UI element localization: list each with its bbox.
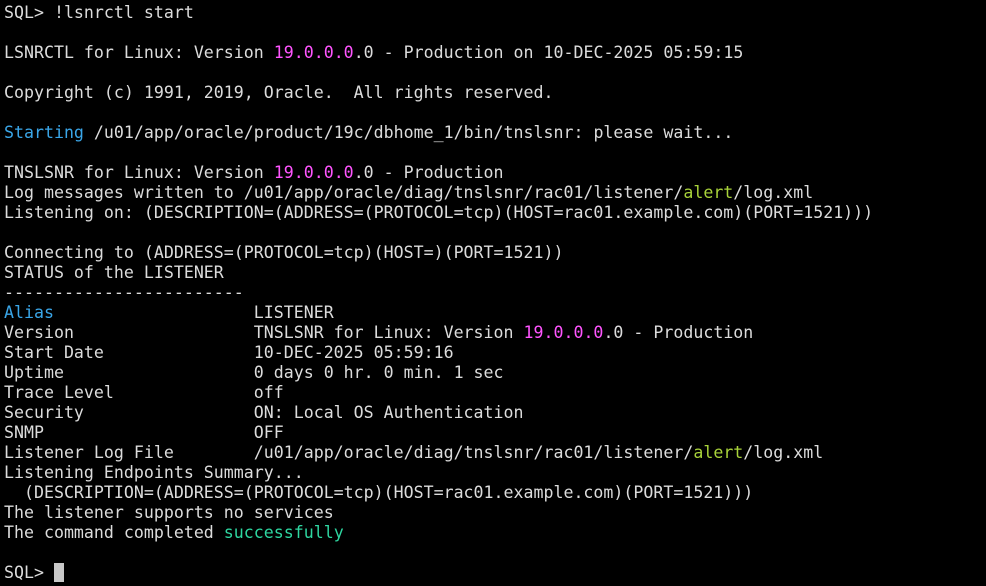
output-line: LSNRCTL for Linux: Version 19.0.0.0.0 - … bbox=[4, 43, 873, 63]
output-line: Start Date 10-DEC-2025 05:59:16 bbox=[4, 343, 873, 363]
output-text-segment: Listening Endpoints Summary... bbox=[4, 463, 304, 482]
output-text-segment: Trace Level off bbox=[4, 383, 284, 402]
output-text-segment: /log.xml bbox=[743, 443, 824, 462]
output-text-segment: TNSLSNR for Linux: Version bbox=[4, 163, 274, 182]
output-line: Connecting to (ADDRESS=(PROTOCOL=tcp)(HO… bbox=[4, 243, 873, 263]
terminal-window[interactable]: SQL> !lsnrctl start LSNRCTL for Linux: Ve… bbox=[0, 0, 986, 586]
output-text-segment: The listener supports no services bbox=[4, 503, 334, 522]
output-text-segment: successfully bbox=[223, 523, 344, 542]
output-text-segment: alert bbox=[693, 443, 744, 462]
output-text-segment: SQL> !lsnrctl start bbox=[4, 3, 194, 22]
output-line: Listener Log File /u01/app/oracle/diag/t… bbox=[4, 443, 873, 463]
output-text-segment: .0 - Production on 10-DEC-2025 05:59:15 bbox=[353, 43, 744, 62]
output-text-segment: Copyright (c) 1991, 2019, Oracle. All ri… bbox=[4, 83, 554, 102]
output-text-segment: SNMP OFF bbox=[4, 423, 284, 442]
text-cursor bbox=[53, 563, 64, 582]
output-line: Listening on: (DESCRIPTION=(ADDRESS=(PRO… bbox=[4, 203, 873, 223]
output-text-segment: .0 - Production bbox=[353, 163, 504, 182]
output-text-segment: STATUS of the LISTENER bbox=[4, 263, 224, 282]
output-line: (DESCRIPTION=(ADDRESS=(PROTOCOL=tcp)(HOS… bbox=[4, 483, 873, 503]
output-text-segment: /log.xml bbox=[733, 183, 814, 202]
terminal-output: SQL> !lsnrctl start LSNRCTL for Linux: Ve… bbox=[4, 3, 873, 583]
output-line: SQL> !lsnrctl start bbox=[4, 3, 873, 23]
output-text-segment: ------------------------ bbox=[4, 283, 244, 302]
output-text-segment: .0 - Production bbox=[603, 323, 754, 342]
output-text-segment: 19.0.0.0 bbox=[523, 323, 604, 342]
output-text-segment: (DESCRIPTION=(ADDRESS=(PROTOCOL=tcp)(HOS… bbox=[4, 483, 754, 502]
output-line: Version TNSLSNR for Linux: Version 19.0.… bbox=[4, 323, 873, 343]
output-text-segment: Starting bbox=[4, 123, 84, 142]
output-line: Log messages written to /u01/app/oracle/… bbox=[4, 183, 873, 203]
output-line: Security ON: Local OS Authentication bbox=[4, 403, 873, 423]
output-text-segment: /u01/app/oracle/product/19c/dbhome_1/bin… bbox=[83, 123, 734, 142]
output-text-segment: alert bbox=[683, 183, 734, 202]
output-text-segment: LSNRCTL for Linux: Version bbox=[4, 43, 274, 62]
output-line: Copyright (c) 1991, 2019, Oracle. All ri… bbox=[4, 83, 873, 103]
output-line: TNSLSNR for Linux: Version 19.0.0.0.0 - … bbox=[4, 163, 873, 183]
output-text-segment: Listening on: (DESCRIPTION=(ADDRESS=(PRO… bbox=[4, 203, 874, 222]
output-line: ------------------------ bbox=[4, 283, 873, 303]
output-line: Trace Level off bbox=[4, 383, 873, 403]
output-text-segment: Log messages written to /u01/app/oracle/… bbox=[4, 183, 684, 202]
output-text-segment: Connecting to (ADDRESS=(PROTOCOL=tcp)(HO… bbox=[4, 243, 564, 262]
output-line: STATUS of the LISTENER bbox=[4, 263, 873, 283]
output-line: Uptime 0 days 0 hr. 0 min. 1 sec bbox=[4, 363, 873, 383]
output-text-segment: Security ON: Local OS Authentication bbox=[4, 403, 524, 422]
output-line: Alias LISTENER bbox=[4, 303, 873, 323]
sql-prompt: SQL> bbox=[4, 563, 54, 582]
output-text-segment: The command completed bbox=[4, 523, 224, 542]
output-line: The command completed successfully bbox=[4, 523, 873, 543]
output-text-segment: Listener Log File /u01/app/oracle/diag/t… bbox=[4, 443, 694, 462]
output-text-segment: LISTENER bbox=[53, 303, 334, 322]
output-text-segment: Uptime 0 days 0 hr. 0 min. 1 sec bbox=[4, 363, 504, 382]
output-line: The listener supports no services bbox=[4, 503, 873, 523]
output-text-segment: 19.0.0.0 bbox=[273, 43, 354, 62]
output-line: Starting /u01/app/oracle/product/19c/dbh… bbox=[4, 123, 873, 143]
output-text-segment: 19.0.0.0 bbox=[273, 163, 354, 182]
prompt-line[interactable]: SQL> bbox=[4, 563, 873, 583]
output-line: SNMP OFF bbox=[4, 423, 873, 443]
output-text-segment: Start Date 10-DEC-2025 05:59:16 bbox=[4, 343, 454, 362]
output-text-segment: Version TNSLSNR for Linux: Version bbox=[4, 323, 524, 342]
output-text-segment: Alias bbox=[4, 303, 54, 322]
output-line: Listening Endpoints Summary... bbox=[4, 463, 873, 483]
